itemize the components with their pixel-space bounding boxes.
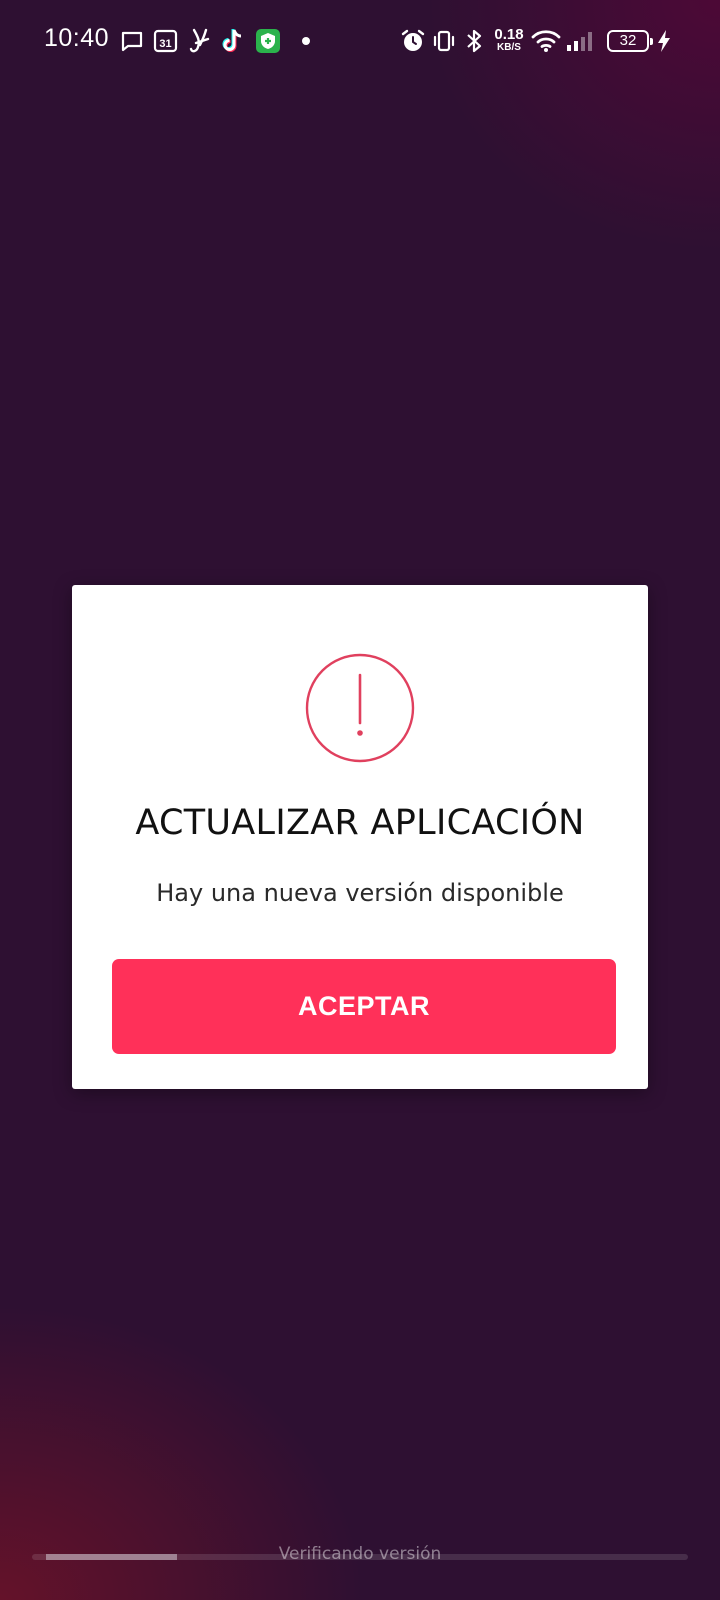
accept-button[interactable]: ACEPTAR bbox=[112, 959, 616, 1054]
status-bar: 10:40 31 0.18 KB/S 32 bbox=[0, 0, 720, 82]
network-speed-value: 0.18 bbox=[494, 26, 524, 43]
calendar-day: 31 bbox=[159, 38, 171, 50]
battery-level: 32 bbox=[619, 32, 637, 49]
alarm-icon bbox=[400, 26, 426, 56]
dialog-title: ACTUALIZAR APLICACIÓN bbox=[135, 803, 585, 843]
update-dialog: ACTUALIZAR APLICACIÓN Hay una nueva vers… bbox=[72, 585, 648, 1089]
calendar-icon: 31 bbox=[153, 26, 179, 56]
notification-dot bbox=[302, 37, 310, 45]
network-speed: 0.18 KB/S bbox=[492, 27, 526, 53]
charging-icon bbox=[656, 26, 672, 56]
vibrate-icon bbox=[432, 26, 456, 56]
network-speed-unit: KB/S bbox=[497, 42, 521, 53]
battery-icon: 32 bbox=[607, 30, 653, 52]
message-icon bbox=[120, 26, 144, 56]
signal-icon bbox=[565, 26, 595, 56]
status-time: 10:40 bbox=[44, 24, 110, 52]
wifi-icon bbox=[531, 26, 561, 56]
shield-icon bbox=[255, 26, 281, 56]
progress-label: Verificando versión bbox=[278, 1544, 442, 1564]
tiktok-icon bbox=[221, 26, 245, 56]
app-y-icon bbox=[188, 26, 212, 56]
alert-circle-icon bbox=[305, 653, 415, 763]
bluetooth-icon bbox=[464, 26, 484, 56]
dialog-message: Hay una nueva versión disponible bbox=[156, 879, 564, 907]
